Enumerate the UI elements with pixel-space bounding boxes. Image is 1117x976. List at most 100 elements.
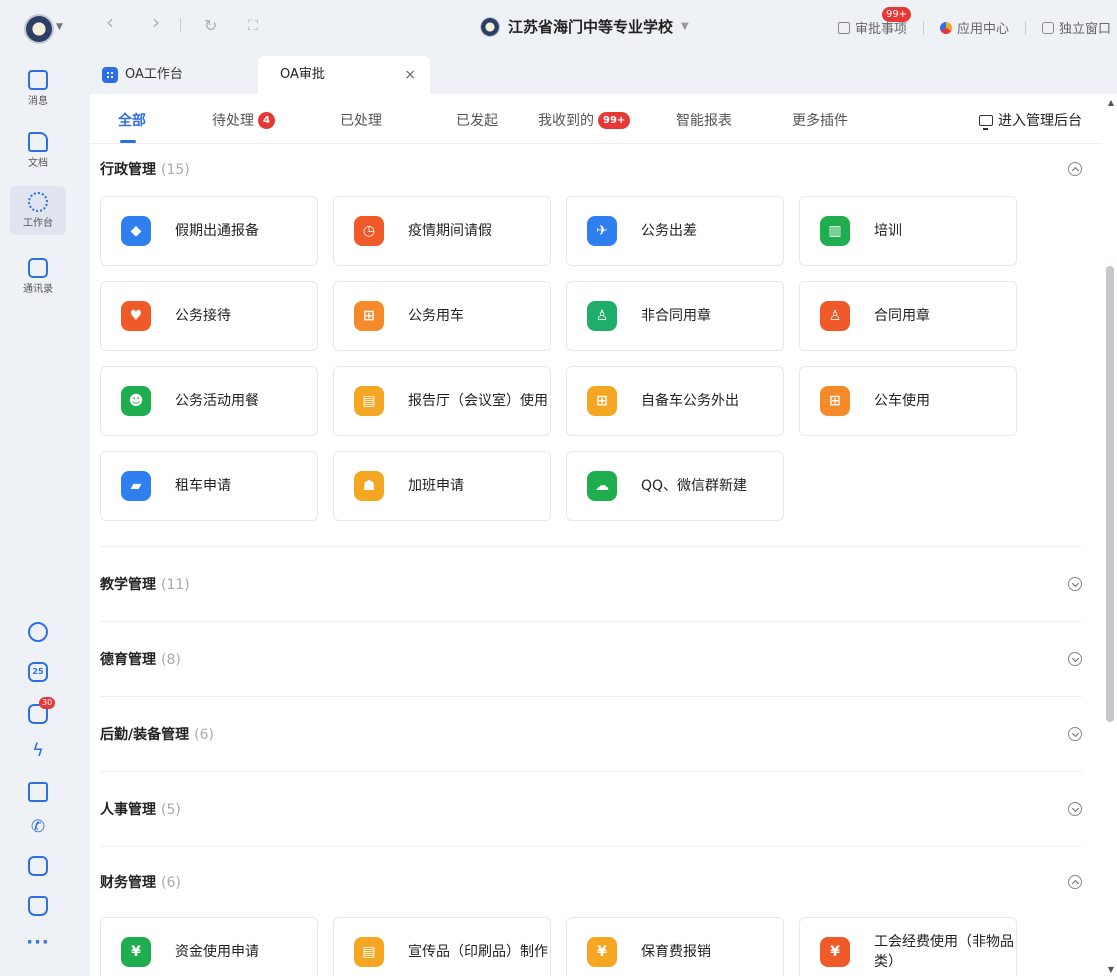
approval-card[interactable]: ¥ 工会经费使用（非物品类） bbox=[799, 917, 1017, 976]
approval-items-button[interactable]: 审批事项 99+ bbox=[837, 7, 912, 37]
rail-item-workbench[interactable]: 工作台 bbox=[10, 186, 66, 235]
subnav-initiated[interactable]: 已发起 bbox=[456, 110, 498, 130]
subnav-pending[interactable]: 待处理 4 bbox=[212, 110, 275, 130]
section-title-text: 德育管理 bbox=[100, 652, 156, 668]
scroll-down-icon[interactable]: ▼ bbox=[1108, 965, 1114, 974]
back-button[interactable]: ‹ bbox=[106, 10, 114, 34]
chevron-down-icon[interactable] bbox=[1068, 802, 1082, 816]
approval-card[interactable]: ♙ 非合同用章 bbox=[566, 281, 784, 351]
chevron-down-icon[interactable] bbox=[1068, 577, 1082, 591]
approval-card[interactable]: ◆ 假期出通报备 bbox=[100, 196, 318, 266]
section-title-text: 教学管理 bbox=[100, 577, 156, 593]
card-label: 工会经费使用（非物品类） bbox=[874, 934, 1014, 970]
section-header[interactable]: 行政管理 (15) bbox=[100, 145, 1082, 193]
section-header[interactable]: 财务管理 (6) bbox=[100, 847, 1082, 917]
section-title: 德育管理 (8) bbox=[100, 649, 181, 669]
approval-card[interactable]: ☗ 加班申请 bbox=[333, 451, 551, 521]
approval-card[interactable]: ▤ 报告厅（会议室）使用 bbox=[333, 366, 551, 436]
rail-box-button[interactable] bbox=[0, 896, 76, 916]
tab-oa-approval[interactable]: OA审批 × bbox=[258, 56, 430, 94]
subnav-more-plugins[interactable]: 更多插件 bbox=[792, 110, 848, 130]
section-header[interactable]: 德育管理 (8) bbox=[100, 622, 1082, 696]
scrollbar[interactable]: ▲ ▼ bbox=[1103, 94, 1117, 976]
rail-smile-button[interactable] bbox=[0, 622, 76, 642]
section-header[interactable]: 后勤/装备管理 (6) bbox=[100, 697, 1082, 771]
section-header[interactable]: 教学管理 (11) bbox=[100, 547, 1082, 621]
approval-card[interactable]: ⊞ 公务用车 bbox=[333, 281, 551, 351]
rail-phone-button[interactable]: ✆ bbox=[0, 818, 76, 838]
approval-card[interactable]: ☁ QQ、微信群新建 bbox=[566, 451, 784, 521]
scroll-up-icon[interactable]: ▲ bbox=[1108, 98, 1114, 107]
rail-calendar-button[interactable]: 25 bbox=[0, 662, 76, 682]
subnav-label: 待处理 bbox=[212, 113, 254, 129]
approval-card[interactable]: ¥ 资金使用申请 bbox=[100, 917, 318, 976]
form-icon: ♥ bbox=[121, 301, 151, 331]
form-icon: ☻ bbox=[121, 386, 151, 416]
card-label: 合同用章 bbox=[874, 308, 930, 324]
rail-more-button[interactable]: ··· bbox=[0, 932, 76, 953]
approval-card[interactable]: ⊞ 自备车公务外出 bbox=[566, 366, 784, 436]
section-title: 教学管理 (11) bbox=[100, 574, 190, 594]
card-label: 租车申请 bbox=[175, 478, 231, 494]
fullscreen-button[interactable]: ⛶ bbox=[248, 18, 258, 34]
rail-tasks-button[interactable]: 30 bbox=[0, 697, 76, 724]
rail-drive-button[interactable] bbox=[0, 856, 76, 876]
subnav-processed[interactable]: 已处理 bbox=[340, 110, 382, 130]
subnav-all[interactable]: 全部 bbox=[118, 110, 146, 130]
app-center-button[interactable]: 应用中心 bbox=[939, 18, 1009, 37]
rail-item-contacts[interactable]: 通讯录 bbox=[0, 258, 76, 295]
sub-nav: 全部 待处理 4 已处理 已发起 我收到的 99+ 智能报表 更多插件 进入管理后台 bbox=[90, 94, 1102, 144]
refresh-button[interactable]: ↻ bbox=[204, 16, 217, 35]
standalone-window-button[interactable]: 独立窗口 bbox=[1041, 18, 1111, 37]
admin-console-button[interactable]: 进入管理后台 bbox=[979, 110, 1082, 130]
subnav-label: 已发起 bbox=[456, 113, 498, 129]
approval-card[interactable]: ▤ 宣传品（印刷品）制作 bbox=[333, 917, 551, 976]
approval-card[interactable]: ☻ 公务活动用餐 bbox=[100, 366, 318, 436]
top-bar: ‹ › ↻ ⛶ 江苏省海门中等专业学校 ▼ 审批事项 99+ 应用中心 独立窗口 bbox=[76, 0, 1117, 56]
org-switcher[interactable]: 江苏省海门中等专业学校 ▼ bbox=[480, 16, 689, 37]
section-finance: 财务管理 (6) ¥ 资金使用申请 ▤ 宣传品（印刷品）制作 ¥ 保育费报销 ¥ 工会经费使用（… bbox=[100, 846, 1082, 976]
subnav-smart-reports[interactable]: 智能报表 bbox=[676, 110, 732, 130]
admin-label: 进入管理后台 bbox=[998, 113, 1082, 129]
external-window-icon bbox=[1041, 21, 1054, 34]
chevron-down-icon[interactable]: ▼ bbox=[56, 22, 63, 32]
card-label: 公务接待 bbox=[175, 308, 231, 324]
user-avatar[interactable] bbox=[24, 14, 54, 44]
chevron-up-icon[interactable] bbox=[1068, 162, 1082, 176]
rail-item-documents[interactable]: 文档 bbox=[0, 132, 76, 169]
rail-flash-button[interactable]: ϟ bbox=[0, 742, 76, 762]
chevron-down-icon[interactable] bbox=[1068, 652, 1082, 666]
rail-mail-button[interactable] bbox=[0, 782, 76, 802]
forward-button[interactable]: › bbox=[152, 10, 160, 34]
close-icon[interactable]: × bbox=[404, 56, 416, 94]
chevron-up-icon[interactable] bbox=[1068, 875, 1082, 889]
card-label: 公务活动用餐 bbox=[175, 393, 259, 409]
section-hr: 人事管理 (5) bbox=[100, 771, 1082, 846]
form-icon: ¥ bbox=[820, 937, 850, 967]
rail-item-label: 文档 bbox=[28, 158, 48, 169]
approval-card[interactable]: ♥ 公务接待 bbox=[100, 281, 318, 351]
card-label: 非合同用章 bbox=[641, 308, 711, 324]
card-label: 公务出差 bbox=[641, 223, 697, 239]
section-moral: 德育管理 (8) bbox=[100, 621, 1082, 696]
chevron-down-icon[interactable] bbox=[1068, 727, 1082, 741]
tab-oa-workbench[interactable]: OA工作台 bbox=[102, 56, 183, 94]
left-rail: ▼ 消息 文档 工作台 通讯录 25 30 ϟ ✆ ··· bbox=[0, 0, 76, 976]
approval-card[interactable]: ⊞ 公车使用 bbox=[799, 366, 1017, 436]
approval-card[interactable]: ◷ 疫情期间请假 bbox=[333, 196, 551, 266]
check-square-icon bbox=[837, 21, 850, 34]
section-title: 后勤/装备管理 (6) bbox=[100, 724, 214, 744]
approval-card[interactable]: ▥ 培训 bbox=[799, 196, 1017, 266]
subnav-received[interactable]: 我收到的 99+ bbox=[538, 110, 631, 130]
scroll-thumb[interactable] bbox=[1106, 266, 1114, 722]
form-icon: ⊞ bbox=[354, 301, 384, 331]
subnav-label: 已处理 bbox=[340, 113, 382, 129]
approval-card[interactable]: ✈ 公务出差 bbox=[566, 196, 784, 266]
card-label: 宣传品（印刷品）制作 bbox=[408, 944, 548, 960]
approval-card[interactable]: ▰ 租车申请 bbox=[100, 451, 318, 521]
rail-item-messages[interactable]: 消息 bbox=[0, 70, 76, 107]
approval-card[interactable]: ¥ 保育费报销 bbox=[566, 917, 784, 976]
form-icon: ¥ bbox=[587, 937, 617, 967]
approval-card[interactable]: ♙ 合同用章 bbox=[799, 281, 1017, 351]
section-header[interactable]: 人事管理 (5) bbox=[100, 772, 1082, 846]
